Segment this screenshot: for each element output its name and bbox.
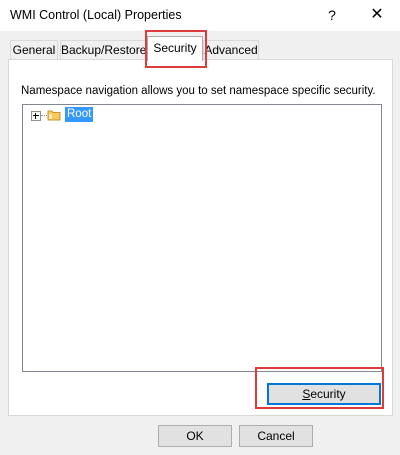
window-title: WMI Control (Local) Properties: [10, 8, 182, 22]
cancel-button[interactable]: Cancel: [239, 425, 313, 447]
tab-advanced[interactable]: Advanced: [203, 40, 259, 60]
tab-backup-restore[interactable]: Backup/Restore: [60, 40, 146, 60]
folder-icon: [47, 110, 61, 121]
security-button-label: ecurity: [310, 387, 346, 401]
help-button[interactable]: ?: [318, 4, 346, 26]
tab-general[interactable]: General: [10, 40, 58, 60]
close-button[interactable]: ✕: [362, 4, 392, 26]
namespace-description: Namespace navigation allows you to set n…: [21, 85, 376, 97]
tree-item-root[interactable]: Root: [65, 107, 94, 122]
ok-button[interactable]: OK: [158, 425, 232, 447]
tab-security[interactable]: Security: [147, 36, 203, 61]
security-panel: Namespace navigation allows you to set n…: [8, 59, 393, 416]
title-bar: WMI Control (Local) Properties ? ✕: [0, 0, 400, 31]
namespace-tree[interactable]: Root: [22, 104, 382, 372]
plus-expander-icon[interactable]: [31, 111, 41, 121]
security-button[interactable]: Security: [267, 383, 381, 405]
